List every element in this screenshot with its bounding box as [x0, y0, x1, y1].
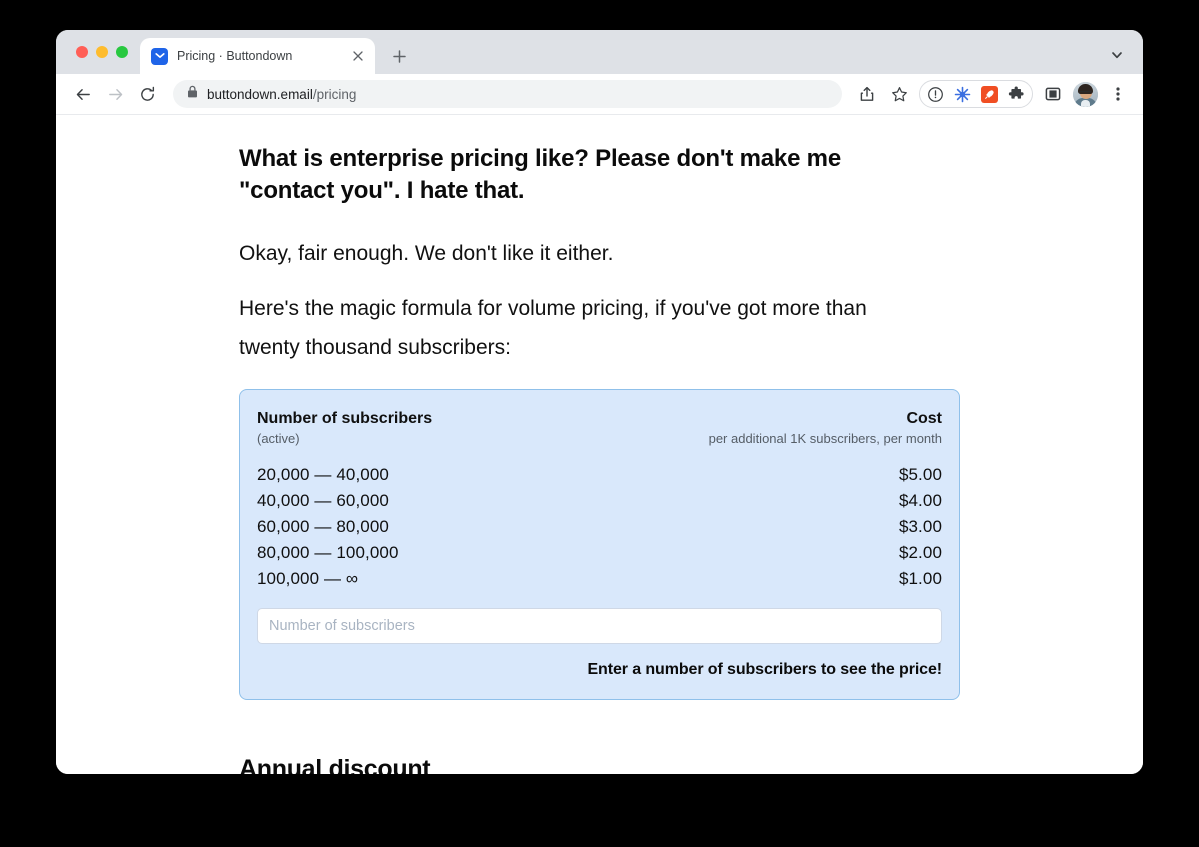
lock-icon [187, 85, 198, 103]
subscriber-count-input[interactable] [257, 608, 942, 644]
asterisk-burst-icon[interactable] [950, 82, 975, 107]
close-tab-button[interactable] [349, 47, 367, 65]
rocket-icon[interactable] [977, 82, 1002, 107]
pricing-header-right: Cost per additional 1K subscribers, per … [709, 409, 942, 448]
browser-tab[interactable]: Pricing · Buttondown [140, 38, 375, 74]
profile-avatar[interactable] [1073, 81, 1098, 107]
pricing-table-header: Number of subscribers (active) Cost per … [257, 409, 942, 448]
cost-column-label: Cost [906, 410, 942, 427]
buttondown-envelope-icon [151, 47, 168, 65]
extensions-group [919, 80, 1033, 108]
volume-pricing-card: Number of subscribers (active) Cost per … [239, 389, 960, 700]
browser-window: Pricing · Buttondown buttondown.email/pr… [56, 30, 1143, 774]
pricing-header-left: Number of subscribers (active) [257, 409, 432, 448]
table-row: 60,000 — 80,000 $3.00 [257, 514, 942, 540]
table-row: 100,000 — ∞ $1.00 [257, 566, 942, 592]
answer-paragraph-1: Okay, fair enough. We don't like it eith… [239, 242, 614, 265]
forward-arrow-icon[interactable] [100, 79, 130, 109]
question-heading: What is enterprise pricing like? Please … [239, 145, 841, 204]
url-domain: buttondown.email [207, 86, 313, 102]
cost-column-sublabel: per additional 1K subscribers, per month [708, 431, 942, 446]
row-range: 100,000 — ∞ [257, 569, 359, 588]
maximize-window-button[interactable] [116, 46, 128, 58]
back-arrow-icon[interactable] [68, 79, 98, 109]
row-cost: $4.00 [898, 491, 942, 510]
browser-toolbar: buttondown.email/pricing [56, 74, 1143, 115]
row-cost: $1.00 [898, 569, 942, 588]
new-tab-button[interactable] [385, 42, 413, 70]
close-window-button[interactable] [76, 46, 88, 58]
side-panel-icon[interactable] [1038, 79, 1068, 109]
chevron-down-icon[interactable] [1103, 41, 1131, 69]
subscribers-column-label: Number of subscribers [257, 410, 433, 427]
row-range: 80,000 — 100,000 [257, 543, 399, 562]
tab-strip: Pricing · Buttondown [56, 30, 1143, 74]
address-bar[interactable]: buttondown.email/pricing [173, 80, 842, 108]
puzzle-piece-icon[interactable] [1004, 82, 1029, 107]
share-icon[interactable] [852, 79, 882, 109]
three-dot-menu-icon[interactable] [1103, 79, 1133, 109]
table-row: 40,000 — 60,000 $4.00 [257, 488, 942, 514]
row-range: 40,000 — 60,000 [257, 491, 389, 510]
row-cost: $2.00 [898, 543, 942, 562]
table-row: 80,000 — 100,000 $2.00 [257, 540, 942, 566]
subscribers-column-sublabel: (active) [257, 431, 300, 446]
reload-icon[interactable] [132, 79, 162, 109]
tab-title: Pricing · Buttondown [177, 49, 293, 63]
row-range: 20,000 — 40,000 [257, 465, 389, 484]
annual-discount-heading: Annual discount [239, 755, 431, 774]
row-range: 60,000 — 80,000 [257, 517, 389, 536]
page-content: What is enterprise pricing like? Please … [56, 115, 1143, 774]
minimize-window-button[interactable] [96, 46, 108, 58]
star-icon[interactable] [884, 79, 914, 109]
window-controls [56, 30, 140, 74]
page-viewport: What is enterprise pricing like? Please … [56, 115, 1143, 774]
table-row: 20,000 — 40,000 $5.00 [257, 462, 942, 488]
row-cost: $5.00 [898, 465, 942, 484]
answer-paragraph-2: Here's the magic formula for volume pric… [239, 297, 867, 359]
url-text: buttondown.email/pricing [207, 87, 356, 102]
price-result-text: Enter a number of subscribers to see the… [587, 661, 942, 678]
info-circle-icon[interactable] [923, 82, 948, 107]
pricing-rows: 20,000 — 40,000 $5.00 40,000 — 60,000 $4… [257, 462, 942, 592]
url-path: /pricing [312, 86, 357, 102]
row-cost: $3.00 [898, 517, 942, 536]
